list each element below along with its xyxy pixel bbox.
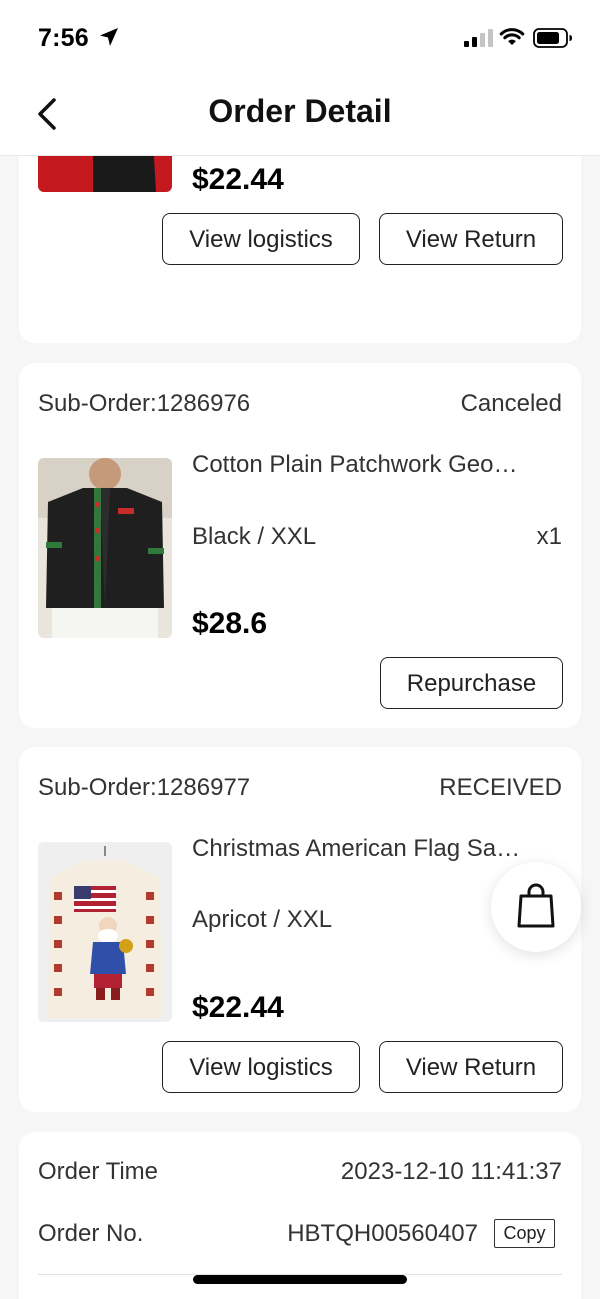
wifi-icon [499, 28, 525, 45]
product-price: $22.44 [192, 991, 284, 1024]
view-logistics-button[interactable]: View logistics [162, 1041, 360, 1093]
suborder-card: Red / XXL x1 $22.44 View logistics View … [19, 156, 581, 343]
product-variant: Apricot / XXL [192, 906, 333, 933]
product-thumbnail[interactable] [38, 842, 172, 1022]
page-title: Order Detail [208, 93, 392, 129]
location-arrow-icon [100, 28, 118, 46]
suborder-status: Canceled [460, 390, 562, 417]
product-price: $22.44 [192, 163, 284, 196]
product-name[interactable]: Cotton Plain Patchwork Geo… [192, 451, 557, 479]
product-thumbnail[interactable] [38, 156, 172, 192]
status-bar: 7:56 [0, 0, 600, 76]
product-thumbnail[interactable] [38, 458, 172, 638]
suborder-id: Sub-Order:1286976 [38, 390, 251, 417]
view-logistics-button[interactable]: View logistics [162, 213, 360, 265]
nav-bar: Order Detail [0, 76, 600, 156]
product-qty: x1 [536, 523, 562, 550]
copy-button[interactable]: Copy [494, 1219, 555, 1248]
suborder-id: Sub-Order:1286977 [38, 774, 251, 801]
cart-floating-button[interactable] [491, 862, 581, 952]
order-info-card: Order Time 2023-12-10 11:41:37 Order No.… [19, 1132, 581, 1299]
order-no-value: HBTQH00560407 [287, 1220, 478, 1247]
shopping-bag-icon [517, 883, 555, 928]
product-name[interactable]: Christmas American Flag Sa… [192, 835, 557, 863]
cellular-signal-icon [464, 29, 493, 47]
status-time: 7:56 [38, 24, 89, 52]
suborder-status: RECEIVED [439, 774, 562, 801]
order-detail-content[interactable]: Red / XXL x1 $22.44 View logistics View … [0, 156, 600, 1299]
view-return-button[interactable]: View Return [379, 213, 563, 265]
order-time-label: Order Time [38, 1158, 159, 1185]
battery-icon [533, 28, 572, 48]
order-time-value: 2023-12-10 11:41:37 [340, 1158, 562, 1185]
order-no-label: Order No. [38, 1220, 144, 1247]
product-price: $28.6 [192, 607, 268, 640]
product-variant: Black / XXL [192, 523, 317, 550]
suborder-card: Sub-Order:1286976 Canceled Cotton Plain … [19, 363, 581, 728]
view-return-button[interactable]: View Return [379, 1041, 563, 1093]
home-indicator[interactable] [193, 1275, 407, 1284]
repurchase-button[interactable]: Repurchase [380, 657, 563, 709]
